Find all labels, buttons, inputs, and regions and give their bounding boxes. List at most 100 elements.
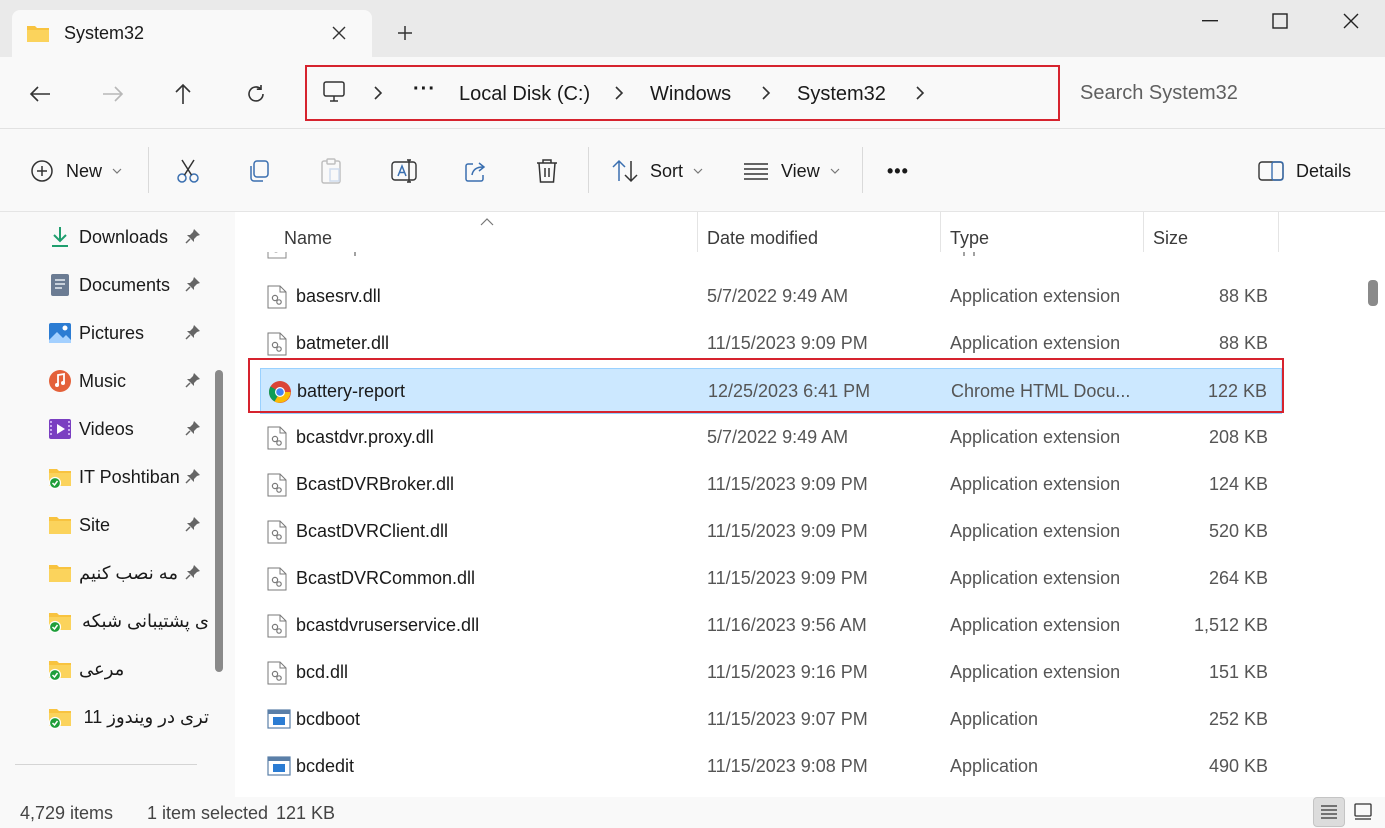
sidebar-item-label: Documents (79, 274, 171, 295)
details-button[interactable]: Details (1258, 151, 1351, 191)
sidebar-item-folder-11[interactable]: تری در ویندوز 11 (48, 701, 213, 733)
chevron-right-icon[interactable] (915, 85, 929, 105)
more-icon: ••• (887, 160, 909, 181)
back-button[interactable] (23, 77, 57, 111)
pin-icon[interactable] (185, 468, 201, 489)
sidebar-item-pictures[interactable]: Pictures (48, 317, 213, 349)
sort-label: Sort (650, 160, 684, 181)
table-row[interactable]: basesrv.dll 5/7/2022 9:49 AM Application… (260, 274, 1282, 320)
file-type: Application extension (950, 568, 1121, 588)
table-row[interactable]: bcdedit 11/15/2023 9:08 PM Application 4… (260, 744, 1282, 790)
close-tab-icon[interactable] (328, 22, 350, 44)
details-view-button[interactable] (1313, 797, 1345, 827)
pin-icon[interactable] (185, 324, 201, 345)
table-row[interactable]: BcastDVRCommon.dll 11/15/2023 9:09 PM Ap… (260, 556, 1282, 602)
breadcrumb-windows[interactable]: Windows (650, 83, 731, 106)
share-button[interactable] (463, 151, 489, 191)
minimize-icon[interactable] (1190, 6, 1230, 36)
file-size: 1,512 KB (1193, 615, 1268, 635)
close-window-icon[interactable] (1331, 6, 1371, 36)
address-bar[interactable]: ··· Local Disk (C:) Windows System32 (305, 65, 1060, 121)
table-row[interactable]: bcastdvr.proxy.dll 5/7/2022 9:49 AM Appl… (260, 415, 1282, 461)
file-size: 490 KB (1208, 756, 1268, 776)
sidebar-item-folder-8[interactable]: مه نصب کنیم (48, 557, 213, 589)
file-size: 208 KB (1208, 427, 1268, 447)
column-header-type[interactable]: Type (950, 222, 989, 254)
file-list-scrollbar[interactable] (1368, 280, 1378, 306)
sidebar-item-site[interactable]: Site (48, 509, 213, 541)
table-row[interactable]: bcastdvruserservice.dll 11/16/2023 9:56 … (260, 603, 1282, 649)
file-type: Application extension (950, 474, 1121, 494)
chevron-right-icon[interactable] (614, 85, 628, 105)
column-header-name[interactable]: Name (284, 222, 332, 254)
new-tab-icon[interactable] (392, 20, 418, 46)
view-button[interactable]: View (743, 151, 840, 191)
column-header-size[interactable]: Size (1153, 222, 1188, 254)
sort-icon (612, 159, 638, 183)
dll-file-icon (267, 661, 291, 687)
rename-button[interactable] (390, 151, 418, 191)
divider[interactable] (697, 212, 698, 252)
new-button[interactable]: New (30, 151, 122, 191)
table-row[interactable]: BcastDVRBroker.dll 11/15/2023 9:09 PM Ap… (260, 462, 1282, 508)
file-size: 124 KB (1208, 474, 1268, 494)
forward-button[interactable] (96, 77, 130, 111)
sidebar-scrollbar[interactable] (215, 370, 223, 672)
table-row[interactable]: BcastDVRClient.dll 11/15/2023 9:09 PM Ap… (260, 509, 1282, 555)
breadcrumb-overflow[interactable]: ··· (413, 78, 436, 101)
up-button[interactable] (166, 77, 200, 111)
pin-icon[interactable] (185, 564, 201, 585)
paste-button[interactable] (318, 151, 344, 191)
file-date: 11/15/2023 9:09 PM (707, 333, 868, 353)
chevron-right-icon[interactable] (761, 85, 775, 105)
divider (15, 764, 197, 765)
pin-icon[interactable] (185, 516, 201, 537)
search-input[interactable] (1080, 78, 1370, 108)
details-view-icon (1321, 805, 1337, 819)
new-label: New (66, 160, 103, 181)
sidebar-item-label: مه نصب کنیم (79, 562, 178, 583)
maximize-icon[interactable] (1260, 6, 1300, 36)
sidebar-item-label: ی پشتیبانی شبکه (81, 610, 209, 631)
table-row[interactable]: bcd.dll 11/15/2023 9:16 PM Application e… (260, 650, 1282, 696)
cut-button[interactable] (175, 151, 201, 191)
folder-synced-icon (48, 465, 72, 490)
view-label: View (781, 160, 820, 181)
sidebar-item-folder-9[interactable]: ی پشتیبانی شبکه (48, 605, 213, 637)
tab-system32[interactable]: System32 (12, 10, 372, 57)
dll-file-icon (267, 614, 291, 640)
selection-size: 121 KB (276, 803, 336, 823)
refresh-button[interactable] (239, 77, 273, 111)
file-name: BcastDVRClient.dll (296, 521, 449, 541)
divider (148, 147, 149, 193)
sidebar-item-downloads[interactable]: Downloads (48, 221, 213, 253)
details-label: Details (1296, 160, 1352, 181)
file-size: 88 KB (1218, 286, 1268, 306)
copy-button[interactable] (246, 151, 272, 191)
computer-icon[interactable] (322, 81, 346, 108)
pin-icon[interactable] (185, 420, 201, 441)
navigation-pane: Downloads Documents Pictures Music Video… (0, 212, 235, 797)
breadcrumb-system32[interactable]: System32 (797, 83, 886, 106)
tiles-view-button[interactable] (1347, 797, 1379, 827)
pin-icon[interactable] (185, 228, 201, 249)
divider[interactable] (1278, 212, 1279, 252)
sidebar-item-label: Downloads (79, 226, 169, 247)
breadcrumb-local-disk[interactable]: Local Disk (C:) (459, 83, 590, 106)
sidebar-item-videos[interactable]: Videos (48, 413, 213, 445)
sort-button[interactable]: Sort (612, 151, 703, 191)
dll-file-icon (267, 426, 291, 452)
pin-icon[interactable] (185, 372, 201, 393)
sidebar-item-documents[interactable]: Documents (48, 269, 213, 301)
column-header-date[interactable]: Date modified (707, 222, 818, 254)
chevron-right-icon[interactable] (373, 85, 387, 105)
table-row[interactable]: bcdboot 11/15/2023 9:07 PM Application 2… (260, 697, 1282, 743)
more-options-button[interactable]: ••• (887, 151, 909, 191)
divider[interactable] (940, 212, 941, 252)
delete-button[interactable] (535, 151, 559, 191)
sidebar-item-music[interactable]: Music (48, 365, 213, 397)
sidebar-item-it-poshtiban[interactable]: IT Poshtiban (48, 461, 213, 493)
divider[interactable] (1143, 212, 1144, 252)
pin-icon[interactable] (185, 276, 201, 297)
sidebar-item-folder-10[interactable]: مرعی (48, 653, 213, 685)
